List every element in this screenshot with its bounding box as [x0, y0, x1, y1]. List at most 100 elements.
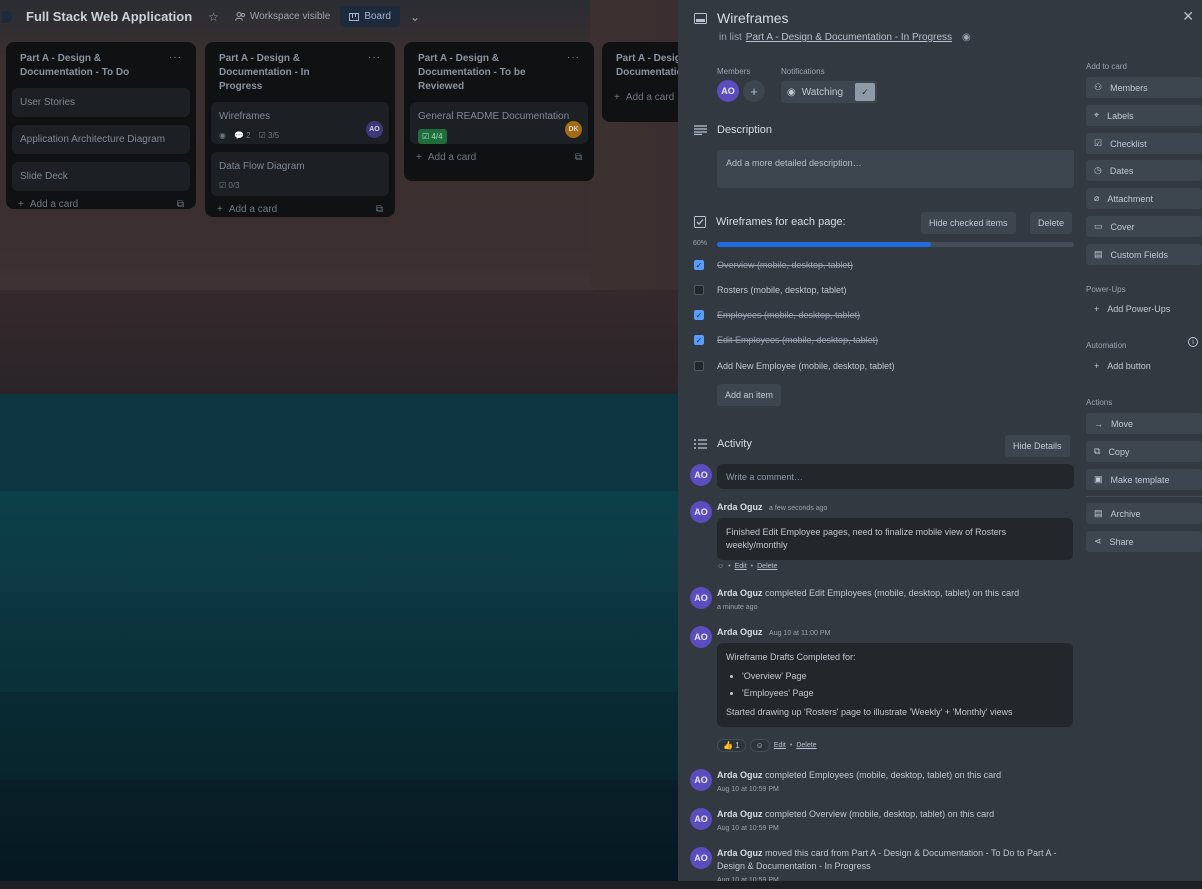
board-view-button[interactable]: Board: [340, 6, 400, 27]
chevron-down-icon[interactable]: ⌄: [410, 10, 420, 24]
checkbox[interactable]: ✓: [694, 335, 704, 345]
add-button-button[interactable]: + Add button: [1086, 361, 1151, 371]
dates-button[interactable]: ◷ Dates: [1086, 160, 1202, 181]
share-button[interactable]: ⋖ Share: [1086, 531, 1202, 552]
add-card-button[interactable]: + Add a card: [217, 204, 277, 215]
list-menu-icon[interactable]: ···: [368, 52, 381, 94]
custom-fields-button[interactable]: ▤ Custom Fields: [1086, 244, 1202, 265]
description-input[interactable]: Add a more detailed description…: [717, 150, 1074, 188]
add-card-button[interactable]: + Add a card: [18, 199, 78, 210]
checkbox[interactable]: [694, 285, 704, 295]
avatar[interactable]: AO: [690, 626, 712, 648]
activity-time[interactable]: Aug 10 at 10:59 PM: [717, 825, 779, 832]
template-icon[interactable]: ⧉: [575, 152, 582, 163]
checkbox[interactable]: [694, 361, 704, 371]
plus-icon: +: [614, 92, 620, 103]
card[interactable]: Slide Deck: [12, 162, 190, 191]
comment-count: 2: [246, 131, 251, 140]
add-reaction-icon[interactable]: ☺: [749, 739, 770, 752]
card[interactable]: User Stories: [12, 88, 190, 117]
hide-checked-button[interactable]: Hide checked items: [921, 212, 1016, 234]
list-title[interactable]: Part A - Design & Documentation - To be …: [418, 52, 548, 94]
template-icon[interactable]: ⧉: [376, 204, 383, 215]
visibility-button[interactable]: Workspace visible: [234, 11, 330, 22]
card[interactable]: Data Flow Diagram ☑ 0/3: [211, 152, 389, 196]
add-card-button[interactable]: + Add a card: [416, 152, 476, 163]
activity-author[interactable]: Arda Oguz: [717, 848, 763, 858]
card-title[interactable]: Wireframes: [717, 10, 789, 26]
checklist-item-text[interactable]: Employees (mobile, desktop, tablet): [717, 310, 860, 320]
comment-actions: ☺ • Edit • Delete: [717, 563, 778, 570]
add-reaction-icon[interactable]: ☺: [717, 563, 724, 570]
hide-details-button[interactable]: Hide Details: [1005, 435, 1070, 457]
activity-author[interactable]: Arda Oguz: [717, 809, 763, 819]
avatar[interactable]: AO: [717, 80, 739, 102]
edit-link[interactable]: Edit: [735, 563, 747, 570]
checkbox[interactable]: ✓: [694, 260, 704, 270]
move-button[interactable]: → Move: [1086, 413, 1202, 434]
card[interactable]: Wireframes ◉ 💬 2 ☑ 3/5 AO: [211, 102, 389, 144]
comment-input[interactable]: Write a comment…: [717, 464, 1074, 489]
list-title[interactable]: Part A - Design & Documentation - To Do: [20, 52, 150, 80]
avatar[interactable]: AO: [690, 501, 712, 523]
activity-author[interactable]: Arda Oguz: [717, 588, 763, 598]
delete-link[interactable]: Delete: [796, 742, 816, 749]
watch-button[interactable]: ◉ Watching ✓: [781, 81, 877, 103]
template-icon[interactable]: ⧉: [177, 199, 184, 210]
make-template-button-label: Make template: [1110, 474, 1170, 485]
labels-button[interactable]: ⌖ Labels: [1086, 105, 1202, 126]
list-title[interactable]: Part A - Design & Documentation - In Pro…: [219, 52, 349, 94]
activity-author[interactable]: Arda Oguz: [717, 502, 763, 512]
activity-time[interactable]: Aug 10 at 11:00 PM: [769, 630, 830, 637]
checklist-item[interactable]: ✓ Employees (mobile, desktop, tablet): [694, 310, 860, 320]
comment-bullet: 'Overview' Page: [742, 670, 1064, 683]
checkbox[interactable]: ✓: [694, 310, 704, 320]
list-menu-icon[interactable]: ···: [567, 52, 580, 94]
members-label: Members: [717, 67, 751, 76]
checklist-item[interactable]: Rosters (mobile, desktop, tablet): [694, 285, 847, 295]
avatar[interactable]: AO: [690, 587, 712, 609]
add-power-ups-button[interactable]: + Add Power-Ups: [1086, 304, 1170, 314]
add-card-button[interactable]: + Add a card: [614, 92, 674, 103]
sidebar-toggle[interactable]: [2, 10, 12, 23]
checklist-item-text[interactable]: Edit Employees (mobile, desktop, tablet): [717, 335, 878, 345]
card[interactable]: Application Architecture Diagram: [12, 125, 190, 154]
checklist-button[interactable]: ☑ Checklist: [1086, 133, 1202, 154]
delete-link[interactable]: Delete: [757, 563, 777, 570]
copy-button[interactable]: ⧉ Copy: [1086, 441, 1202, 462]
avatar[interactable]: AO: [366, 121, 383, 138]
make-template-button[interactable]: ▣ Make template: [1086, 469, 1202, 490]
info-icon[interactable]: i: [1188, 337, 1198, 347]
card[interactable]: General README Documentation ☑ 4/4 DK: [410, 102, 588, 144]
checklist-item[interactable]: ✓ Overview (mobile, desktop, tablet): [694, 260, 853, 270]
activity-time[interactable]: a few seconds ago: [769, 505, 827, 512]
checklist-item-text[interactable]: Add New Employee (mobile, desktop, table…: [717, 361, 895, 371]
members-button[interactable]: ⚇ Members: [1086, 77, 1202, 98]
checklist-item[interactable]: Add New Employee (mobile, desktop, table…: [694, 361, 895, 371]
checklist-title[interactable]: Wireframes for each page:: [716, 216, 846, 228]
avatar[interactable]: DK: [565, 121, 582, 138]
activity-author[interactable]: Arda Oguz: [717, 770, 763, 780]
board-title[interactable]: Full Stack Web Application: [26, 9, 192, 24]
activity-author[interactable]: Arda Oguz: [717, 627, 763, 637]
add-member-button[interactable]: +: [743, 80, 765, 102]
add-item-button[interactable]: Add an item: [717, 384, 782, 406]
checklist-item-text[interactable]: Overview (mobile, desktop, tablet): [717, 260, 853, 270]
archive-button[interactable]: ▤ Archive: [1086, 503, 1202, 524]
star-icon[interactable]: ☆: [208, 10, 219, 24]
edit-link[interactable]: Edit: [774, 742, 786, 749]
reaction-chip[interactable]: 👍 1: [717, 739, 746, 752]
avatar[interactable]: AO: [690, 808, 712, 830]
cover-button[interactable]: ▭ Cover: [1086, 216, 1202, 237]
avatar[interactable]: AO: [690, 847, 712, 869]
close-icon[interactable]: ✕: [1182, 8, 1194, 25]
attachment-button[interactable]: ⌀ Attachment: [1086, 188, 1202, 209]
list-menu-icon[interactable]: ···: [169, 52, 182, 80]
checklist-item-text[interactable]: Rosters (mobile, desktop, tablet): [717, 285, 847, 295]
activity-time[interactable]: Aug 10 at 10:59 PM: [717, 786, 779, 793]
checklist-item[interactable]: ✓ Edit Employees (mobile, desktop, tablet…: [694, 335, 878, 345]
list-link[interactable]: Part A - Design & Documentation - In Pro…: [746, 32, 952, 43]
activity-time[interactable]: a minute ago: [717, 604, 757, 611]
delete-checklist-button[interactable]: Delete: [1030, 212, 1073, 234]
avatar[interactable]: AO: [690, 769, 712, 791]
